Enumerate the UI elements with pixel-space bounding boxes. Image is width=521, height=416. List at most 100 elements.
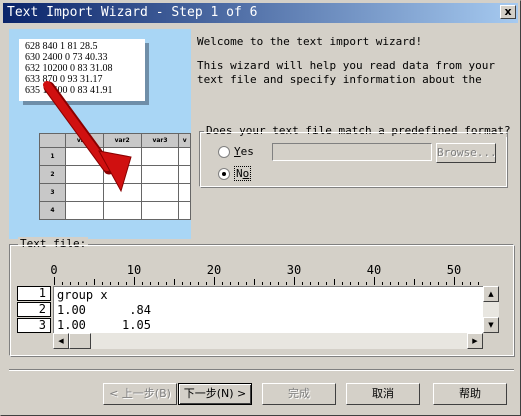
ruler-tick — [166, 282, 167, 285]
text-file-preview[interactable]: group x 1.00 .84 1.00 1.05 — [53, 286, 483, 333]
browse-button[interactable]: Browse... — [436, 143, 497, 163]
line-number: 3 — [17, 318, 51, 333]
ruler-label: 30 — [286, 263, 302, 277]
ruler-tick — [190, 282, 191, 285]
ruler-tick — [438, 282, 439, 285]
ruler-tick — [94, 279, 95, 285]
ruler-tick — [478, 282, 479, 285]
cancel-button[interactable]: 取消 — [346, 383, 420, 405]
close-button[interactable]: x — [500, 5, 516, 19]
preview-line: 1.00 1.05 — [57, 318, 151, 332]
button-separator — [9, 369, 514, 371]
scroll-down-arrow-icon[interactable]: ▼ — [483, 317, 499, 333]
scroll-up-arrow-icon[interactable]: ▲ — [483, 286, 499, 302]
scroll-right-arrow-icon[interactable]: ▶ — [467, 333, 483, 349]
line-number: 2 — [17, 302, 51, 317]
column-ruler: 0 10 20 30 40 50 — [50, 263, 481, 285]
ruler-tick — [78, 282, 79, 285]
ruler-tick — [150, 282, 151, 285]
ruler-tick — [134, 277, 135, 285]
ruler-tick — [222, 282, 223, 285]
yes-radio[interactable]: Yes — [218, 145, 254, 158]
text-file-legend: Text file: — [18, 237, 89, 250]
window-title: Text Import Wizard - Step 1 of 6 — [7, 5, 258, 20]
ruler-label: 0 — [50, 263, 58, 277]
welcome-text: Welcome to the text import wizard! This … — [197, 35, 507, 89]
ruler-tick — [246, 282, 247, 285]
ruler-tick — [462, 282, 463, 285]
horizontal-scrollbar[interactable]: ◀ ▶ — [53, 333, 483, 349]
ruler-tick — [230, 282, 231, 285]
ruler-tick — [358, 282, 359, 285]
ruler-tick — [278, 282, 279, 285]
ruler-tick — [214, 277, 215, 285]
ruler-tick — [302, 282, 303, 285]
preview-line: group x — [57, 288, 108, 302]
ruler-tick — [398, 282, 399, 285]
no-radio-button[interactable] — [218, 167, 230, 180]
ruler-tick — [62, 282, 63, 285]
horizontal-scroll-thumb[interactable] — [69, 333, 91, 349]
ruler-label: 40 — [366, 263, 382, 277]
line-numbers: 1 2 3 — [17, 286, 51, 333]
ruler-tick — [470, 282, 471, 285]
ruler-tick — [318, 282, 319, 285]
ruler-label: 50 — [446, 263, 462, 277]
ruler-tick — [286, 282, 287, 285]
ruler-tick — [374, 277, 375, 285]
ruler-tick — [326, 282, 327, 285]
ruler-tick — [198, 282, 199, 285]
ruler-tick — [206, 282, 207, 285]
ruler-tick — [142, 282, 143, 285]
help-button[interactable]: 帮助 — [433, 383, 507, 405]
ruler-label: 20 — [206, 263, 222, 277]
ruler-tick — [238, 282, 239, 285]
ruler-tick — [414, 279, 415, 285]
ruler-tick — [126, 282, 127, 285]
welcome-description: This wizard will help you read data from… — [197, 59, 496, 86]
ruler-tick — [454, 277, 455, 285]
ruler-tick — [110, 282, 111, 285]
ruler-tick — [382, 282, 383, 285]
ruler-tick — [310, 282, 311, 285]
yes-radio-label: Yes — [234, 145, 254, 158]
ruler-tick — [342, 282, 343, 285]
ruler-tick — [446, 282, 447, 285]
ruler-tick — [422, 282, 423, 285]
ruler-tick — [294, 277, 295, 285]
text-import-wizard-window: Text Import Wizard - Step 1 of 6 x 628 8… — [0, 0, 521, 416]
ruler-tick — [54, 277, 55, 285]
finish-button[interactable]: 完成 — [262, 383, 336, 405]
ruler-tick — [118, 282, 119, 285]
ruler-tick — [70, 282, 71, 285]
ruler-tick — [430, 282, 431, 285]
ruler-tick — [158, 282, 159, 285]
welcome-heading: Welcome to the text import wizard! — [197, 35, 423, 48]
ruler-tick — [350, 282, 351, 285]
scroll-left-arrow-icon[interactable]: ◀ — [53, 333, 69, 349]
next-button[interactable]: 下一步(N) > — [178, 383, 252, 405]
ruler-tick — [102, 282, 103, 285]
title-bar[interactable]: Text Import Wizard - Step 1 of 6 x — [3, 3, 518, 23]
ruler-tick — [182, 282, 183, 285]
preview-line: 1.00 .84 — [57, 303, 151, 317]
line-number: 1 — [17, 286, 51, 301]
ruler-tick — [174, 279, 175, 285]
yes-radio-button[interactable] — [218, 145, 230, 158]
red-arrow-icon — [43, 81, 132, 193]
vertical-scrollbar[interactable]: ▲ ▼ — [483, 286, 499, 333]
ruler-tick — [334, 279, 335, 285]
ruler-tick — [406, 282, 407, 285]
ruler-tick — [86, 282, 87, 285]
no-radio[interactable]: No — [218, 166, 252, 181]
ruler-tick — [366, 282, 367, 285]
predefined-format-legend: Does your text file match a predefined f… — [204, 124, 513, 137]
ruler-tick — [390, 282, 391, 285]
wizard-illustration: 628 840 1 81 28.5 630 2400 0 73 40.33 63… — [9, 29, 191, 239]
ruler-label: 10 — [126, 263, 142, 277]
ruler-tick — [262, 282, 263, 285]
format-name-field[interactable] — [272, 143, 432, 161]
ruler-tick — [270, 282, 271, 285]
back-button[interactable]: < 上一步(B) — [103, 383, 177, 405]
no-radio-label: No — [234, 166, 252, 181]
